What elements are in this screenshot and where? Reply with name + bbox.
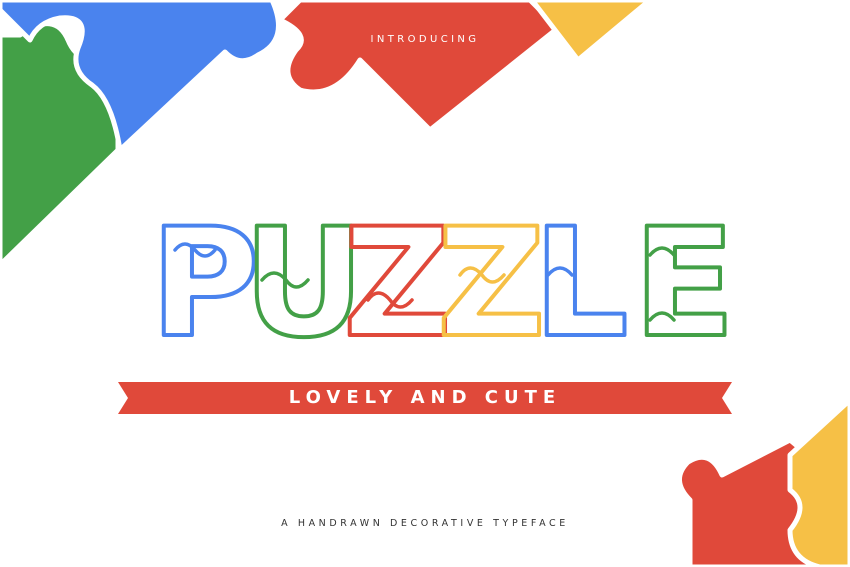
ribbon-banner [118,382,732,414]
tagline: A HANDRAWN DECORATIVE TYPEFACE [281,518,569,529]
poster: INTRODUCING P U Z Z L E LOVELY AND CUTE … [0,0,850,567]
ribbon-text: LOVELY AND CUTE [288,387,562,408]
